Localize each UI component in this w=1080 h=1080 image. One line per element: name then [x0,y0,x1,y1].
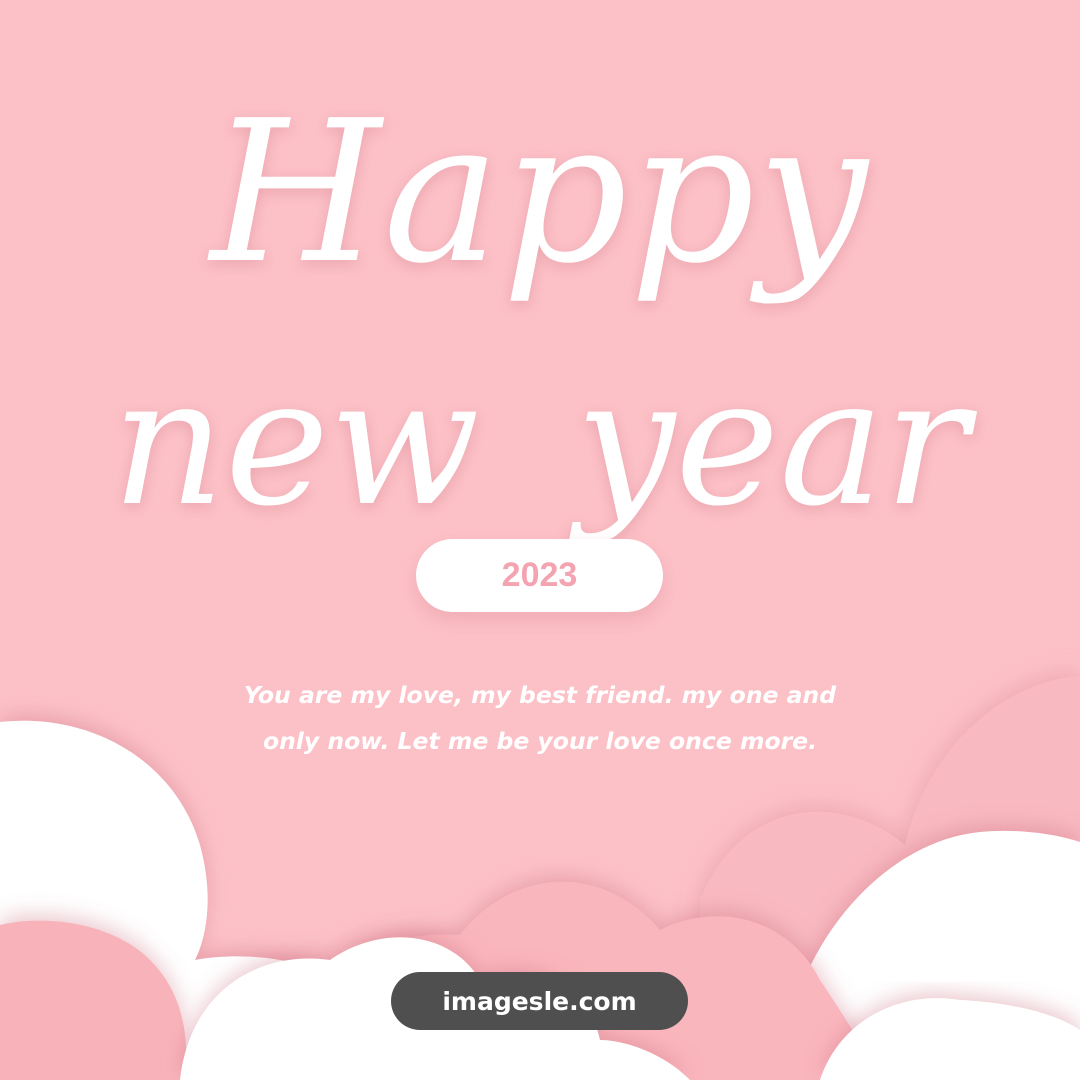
message-line-2: only now. Let me be your love once more. [262,727,818,755]
watermark-badge: imagesle.com [391,972,688,1030]
greeting-message: You are my love, my best friend. my one … [190,672,890,764]
greeting-card: Happy new year 2023 You are my love, my … [0,0,1080,1080]
greeting-happy: Happy [210,79,870,307]
year-badge: 2023 [416,539,663,612]
greeting-new-year: new year [111,340,969,545]
message-line-1: You are my love, my best friend. my one … [243,681,837,709]
